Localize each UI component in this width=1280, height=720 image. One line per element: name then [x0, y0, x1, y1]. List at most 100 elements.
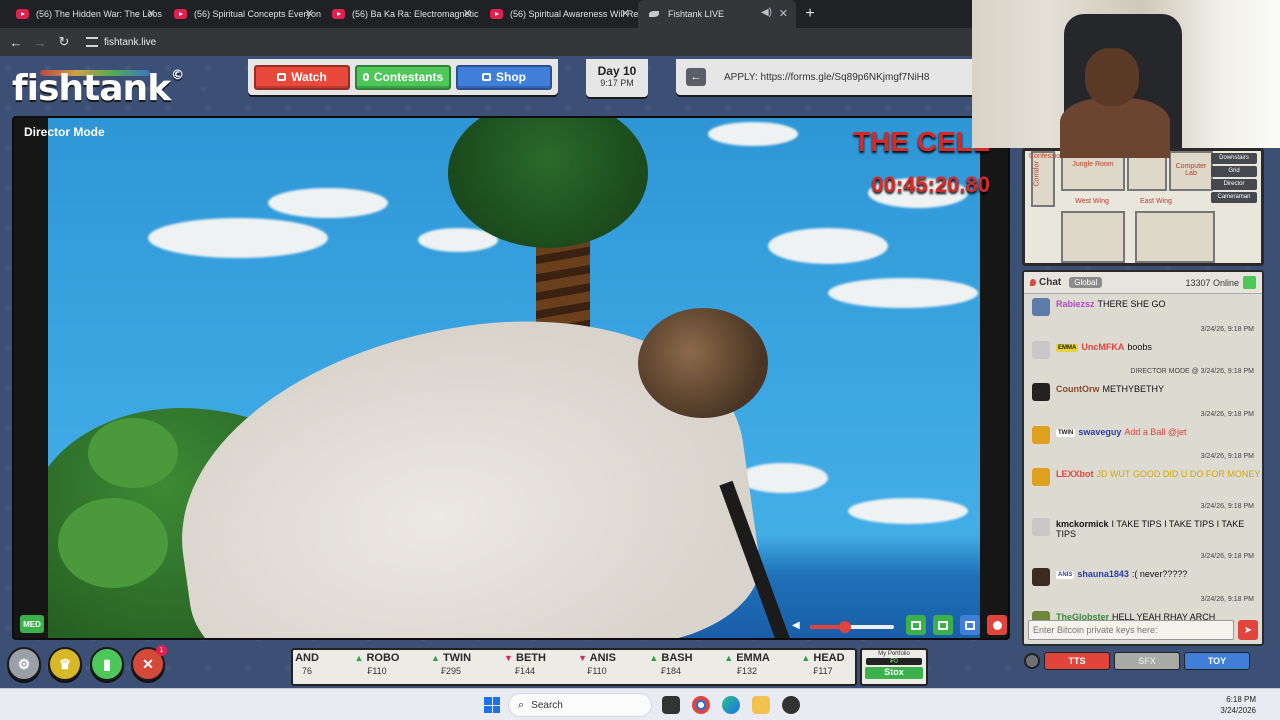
cast-button[interactable]: [933, 615, 953, 635]
new-tab-button[interactable]: +: [796, 0, 824, 28]
user-avatar[interactable]: [1032, 568, 1050, 586]
apply-link[interactable]: APPLY: https://forms.gle/Sq89p6NKjmgf7Ni…: [724, 72, 929, 83]
chat-message[interactable]: EMMA UncMFKA boobs DIRECTOR MODE @ 3/24/26,…: [1024, 337, 1262, 380]
youtube-icon: [174, 9, 187, 19]
chat-input[interactable]: [1028, 620, 1234, 640]
watch-button[interactable]: Watch: [254, 64, 350, 90]
browser-tab[interactable]: (56) Ba Ka Ra: Electromagnetic ✕: [322, 0, 480, 28]
map-tab-grid[interactable]: Grid: [1211, 166, 1257, 177]
edge-icon[interactable]: [722, 696, 740, 714]
fishtank-logo[interactable]: fishtank©: [12, 68, 184, 109]
chat-username[interactable]: LEXXbot: [1056, 469, 1094, 479]
taskbar-search[interactable]: ⌕ Search: [508, 693, 652, 717]
ticker-item[interactable]: ▲ EMMA ₣132: [711, 652, 783, 676]
ticker-item[interactable]: AND 76: [293, 652, 343, 676]
speaker-icon[interactable]: ◀): [761, 7, 772, 18]
shop-button[interactable]: Shop: [456, 64, 552, 90]
stock-ticker[interactable]: AND 76 ▲ ROBO ₣110 ▲ TWIN ₣295 ▼ BETH ₣1…: [291, 648, 857, 686]
windows-taskbar: ⌕ Search 6:18 PM 3/24/2026: [0, 688, 1280, 720]
user-avatar[interactable]: [1032, 518, 1050, 536]
chat-message-line: ANIS shauna1843:( never?????: [1056, 564, 1262, 579]
chat-username[interactable]: Rabiezsz: [1056, 299, 1095, 309]
chat-message[interactable]: LEXXbot JD WUT GOOD DID U DO FOR MONEY 3/2…: [1024, 464, 1262, 514]
fullscreen-button[interactable]: [960, 615, 980, 635]
streamer-body: [1060, 98, 1170, 158]
chat-message[interactable]: kmckormick I TAKE TIPS I TAKE TIPS I TAKE…: [1024, 514, 1262, 564]
windows-start-icon[interactable]: [484, 697, 500, 713]
forward-arrow-icon[interactable]: →: [28, 35, 52, 50]
items-button[interactable]: ♛: [48, 647, 82, 681]
emoji-icon[interactable]: [1024, 653, 1040, 669]
record-button[interactable]: [987, 615, 1007, 635]
user-avatar[interactable]: [1032, 425, 1050, 444]
send-button[interactable]: ➤: [1238, 620, 1258, 640]
mural-cloud: [828, 278, 978, 308]
sfx-button[interactable]: SFX: [1114, 652, 1180, 670]
chat-text: :( never?????: [1131, 569, 1188, 579]
browser-tab[interactable]: (56) Spiritual Awareness Will Re ✕: [480, 0, 638, 28]
chat-message-line: LEXXbot JD WUT GOOD DID U DO FOR MONEY: [1056, 464, 1262, 479]
site-info-icon[interactable]: [86, 37, 98, 47]
chat-messages[interactable]: Rabiezsz THERE SHE GO 3/24/26, 9:18 PM EMMA…: [1024, 294, 1262, 644]
volume-icon[interactable]: ◀: [792, 620, 804, 632]
user-avatar[interactable]: [1032, 340, 1050, 359]
close-tab-icon[interactable]: ✕: [463, 7, 472, 20]
logo-text: fishtank: [12, 68, 171, 109]
toy-button[interactable]: TOY: [1184, 652, 1250, 670]
map-tab-cameraman[interactable]: Cameraman: [1211, 192, 1257, 203]
ticker-item[interactable]: ▼ ANIS ₣110: [561, 652, 633, 676]
close-tab-icon[interactable]: ✕: [305, 7, 314, 20]
chat-username[interactable]: UncMFKA: [1081, 342, 1124, 352]
house-map[interactable]: Confession Jungle Room Computer Lab Corr…: [1022, 148, 1264, 266]
ticker-item[interactable]: ▲ ROBO ₣110: [341, 652, 413, 676]
volume-slider[interactable]: [810, 621, 894, 633]
task-view-icon[interactable]: [662, 696, 680, 714]
chat-message[interactable]: CountOrw METHYBETHY 3/24/26, 9:18 PM: [1024, 379, 1262, 422]
map-tab-downstairs[interactable]: Downstairs: [1211, 153, 1257, 164]
user-avatar[interactable]: [1032, 298, 1050, 316]
settings-button[interactable]: ⚙: [7, 647, 41, 681]
back-arrow-icon[interactable]: ←: [4, 35, 28, 50]
stox-button[interactable]: Stox: [865, 667, 923, 679]
chat-username[interactable]: CountOrw: [1056, 384, 1100, 394]
theater-icon: [911, 620, 921, 630]
close-tab-icon[interactable]: ✕: [779, 7, 788, 20]
browser-tab[interactable]: (56) The Hidden War: The Loos ✕: [6, 0, 164, 28]
close-tab-icon[interactable]: ✕: [621, 7, 630, 20]
video-player[interactable]: Director Mode THE CELL 00:45:20.80 MED ◀: [12, 116, 1010, 640]
contestants-button[interactable]: Contestants: [355, 64, 451, 90]
inventory-button[interactable]: ▮: [90, 647, 124, 681]
tts-button[interactable]: TTS: [1044, 652, 1110, 670]
app-icon[interactable]: [782, 696, 800, 714]
chat-message[interactable]: TWIN swaveguy Add a Ball @jet 3/24/26, 9:18…: [1024, 422, 1262, 465]
map-tab-director[interactable]: Director: [1211, 179, 1257, 190]
reload-icon[interactable]: ↻: [52, 34, 76, 50]
chat-scope-toggle[interactable]: Global: [1069, 277, 1103, 288]
ticker-item[interactable]: ▲ BASH ₣184: [635, 652, 707, 676]
chat-settings-icon[interactable]: [1243, 276, 1256, 289]
chat-message[interactable]: Rabiezsz THERE SHE GO 3/24/26, 9:18 PM: [1024, 294, 1262, 337]
ticker-item[interactable]: ▼ BETH ₣144: [489, 652, 561, 676]
chrome-icon[interactable]: [692, 696, 710, 714]
map-room-lower-west[interactable]: [1061, 211, 1125, 263]
chat-username[interactable]: kmckormick: [1056, 519, 1109, 529]
quality-button[interactable]: MED: [20, 615, 44, 633]
url-field[interactable]: fishtank.live: [104, 37, 156, 48]
browser-tab-active[interactable]: Fishtank LIVE ◀) ✕: [638, 0, 796, 28]
chat-username[interactable]: shauna1843: [1077, 569, 1129, 579]
chat-username[interactable]: swaveguy: [1078, 427, 1121, 437]
close-tab-icon[interactable]: ✕: [147, 7, 156, 20]
theater-mode-button[interactable]: [906, 615, 926, 635]
user-avatar[interactable]: [1032, 468, 1050, 486]
chat-message[interactable]: ANIS shauna1843:( never????? 3/24/26, 9:18…: [1024, 564, 1262, 607]
map-room-lower-east[interactable]: [1135, 211, 1215, 263]
file-explorer-icon[interactable]: [752, 696, 770, 714]
back-arrow-icon[interactable]: ←: [686, 68, 706, 86]
cart-icon: [482, 73, 491, 81]
ticker-price: ₣144: [514, 666, 536, 676]
browser-tab[interactable]: (56) Spiritual Concepts Everyon ✕: [164, 0, 322, 28]
system-clock[interactable]: 6:18 PM 3/24/2026: [1220, 694, 1256, 716]
user-avatar[interactable]: [1032, 383, 1050, 401]
ticker-item[interactable]: ▲ HEAD ₣117: [787, 652, 855, 676]
ticker-item[interactable]: ▲ TWIN ₣295: [415, 652, 487, 676]
